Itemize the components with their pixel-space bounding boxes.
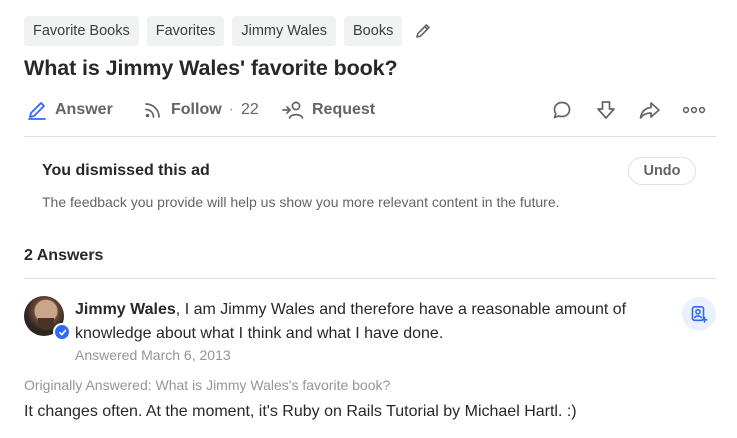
ad-feedback-text: The feedback you provide will help us sh… (42, 194, 560, 210)
answer-pencil-icon (26, 99, 48, 121)
topic-list: Favorite Books Favorites Jimmy Wales Boo… (24, 16, 434, 46)
question-secondary-actions (540, 96, 716, 124)
topic-chip-favorite-books[interactable]: Favorite Books (24, 16, 139, 46)
pencil-icon[interactable] (412, 20, 434, 42)
avatar-beard (38, 318, 54, 330)
undo-button[interactable]: Undo (628, 157, 696, 185)
rss-follow-icon (142, 99, 164, 121)
avatar[interactable] (24, 296, 71, 341)
request-button[interactable]: Request (281, 96, 375, 124)
request-label: Request (312, 101, 376, 118)
topic-chip-jimmy-wales[interactable]: Jimmy Wales (232, 16, 337, 46)
answers-count: 2 Answers (24, 247, 104, 264)
follow-separator: · (228, 101, 234, 118)
answered-date[interactable]: Answered March 6, 2013 (75, 347, 231, 363)
originally-answered[interactable]: Originally Answered: What is Jimmy Wales… (24, 377, 390, 393)
topic-chip-books[interactable]: Books (344, 16, 403, 46)
question-action-bar: Answer Follow · 22 Request (24, 96, 716, 124)
follow-person-icon (690, 305, 708, 323)
divider (24, 136, 716, 137)
answer-author-name[interactable]: Jimmy Wales (75, 301, 176, 318)
follow-person-button[interactable] (682, 297, 716, 331)
ad-dismissed-title: You dismissed this ad (42, 162, 210, 179)
downvote-arrow-icon[interactable] (584, 96, 628, 124)
answer-author-line: Jimmy Wales, I am Jimmy Wales and theref… (75, 298, 675, 346)
answer-button[interactable]: Answer (26, 96, 113, 124)
more-dots-icon[interactable] (672, 96, 716, 124)
question-title[interactable]: What is Jimmy Wales' favorite book? (24, 56, 398, 81)
comment-icon[interactable] (540, 96, 584, 124)
follow-count: 22 (240, 101, 259, 118)
answer-label: Answer (55, 101, 113, 118)
share-arrow-icon[interactable] (628, 96, 672, 124)
follow-button[interactable]: Follow · 22 (142, 96, 259, 124)
follow-label: Follow (171, 101, 222, 118)
divider (24, 278, 716, 279)
request-person-icon (281, 99, 305, 121)
answer-body: It changes often. At the moment, it's Ru… (24, 403, 577, 420)
topic-chip-favorites[interactable]: Favorites (146, 16, 225, 46)
verified-check-icon (53, 323, 71, 341)
